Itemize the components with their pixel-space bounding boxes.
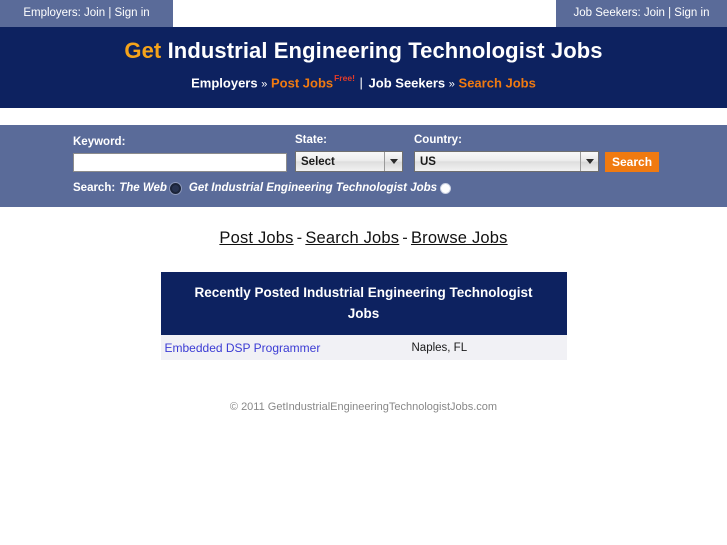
site-banner: Get Industrial Engineering Technologist …: [0, 27, 727, 108]
banner-subnav: Employers » Post JobsFree! | Job Seekers…: [0, 70, 727, 93]
quicknav-separator-2: -: [402, 229, 408, 247]
scope-option-site-label: Get Industrial Engineering Technologist …: [188, 182, 438, 194]
quicknav-separator-1: -: [296, 229, 303, 247]
chevron-right-icon: »: [261, 78, 268, 91]
job-location: Naples, FL: [411, 341, 468, 354]
job-seekers-account-block[interactable]: Job Seekers: Join | Sign in: [556, 0, 727, 27]
quick-nav: Post Jobs - Search Jobs - Browse Jobs: [0, 225, 727, 251]
top-bar: Employers: Join | Sign in Job Seekers: J…: [0, 0, 727, 27]
country-select-value: US: [420, 155, 436, 168]
banner-subnav-separator: |: [359, 75, 363, 91]
keyword-label: Keyword:: [73, 136, 126, 148]
job-seekers-account-label[interactable]: Job Seekers: Join | Sign in: [574, 7, 710, 19]
search-scope-label: Search:: [73, 182, 116, 194]
chevron-down-icon[interactable]: [384, 152, 402, 171]
country-field-group: Country: US: [414, 134, 599, 172]
banner-post-jobs-link[interactable]: Post Jobs: [271, 75, 333, 90]
state-select-value: Select: [301, 155, 335, 168]
state-label: State:: [295, 134, 327, 146]
quicknav-browse-jobs-link[interactable]: Browse Jobs: [411, 229, 508, 247]
chevron-right-icon-2: »: [448, 78, 455, 91]
search-bar: Keyword: State: Select Country: US Searc…: [0, 125, 727, 207]
state-field-group: State: Select: [295, 134, 403, 172]
page-title: Get Industrial Engineering Technologist …: [0, 36, 727, 66]
keyword-field-group: Keyword:: [73, 136, 287, 172]
scope-radio-site[interactable]: [440, 182, 452, 194]
recent-jobs-heading: Recently Posted Industrial Engineering T…: [160, 272, 567, 335]
quicknav-post-jobs-link[interactable]: Post Jobs: [219, 229, 293, 247]
quicknav-search-jobs-link[interactable]: Search Jobs: [305, 229, 399, 247]
recent-jobs-panel: Recently Posted Industrial Engineering T…: [160, 272, 567, 361]
table-row[interactable]: Embedded DSP Programmer Naples, FL: [160, 335, 567, 361]
recent-jobs-list: Embedded DSP Programmer Naples, FL: [160, 335, 567, 361]
employers-account-label[interactable]: Employers: Join | Sign in: [23, 7, 149, 19]
free-badge: Free!: [334, 73, 355, 83]
banner-spacer: [0, 108, 727, 125]
country-select[interactable]: US: [414, 151, 599, 172]
search-scope-row: Search: The Web Get Industrial Engineeri…: [73, 182, 727, 194]
search-fields-row: Keyword: State: Select Country: US Searc…: [73, 134, 727, 172]
search-input[interactable]: [73, 153, 287, 172]
job-title-link[interactable]: Embedded DSP Programmer: [163, 341, 412, 355]
chevron-down-icon-2[interactable]: [580, 152, 598, 171]
scope-option-web-label: The Web: [119, 182, 167, 194]
country-label: Country:: [414, 134, 462, 146]
footer-copyright: © 2011 GetIndustrialEngineeringTechnolog…: [229, 401, 498, 413]
page-title-rest: Industrial Engineering Technologist Jobs: [167, 38, 603, 63]
banner-employers-label: Employers: [191, 75, 258, 91]
scope-radio-web[interactable]: [169, 182, 181, 194]
banner-search-jobs-link[interactable]: Search Jobs: [459, 75, 536, 90]
state-select[interactable]: Select: [295, 151, 403, 172]
employers-account-block[interactable]: Employers: Join | Sign in: [0, 0, 173, 27]
banner-job-seekers-label: Job Seekers: [368, 75, 446, 91]
main-content: Post Jobs - Search Jobs - Browse Jobs Recent…: [0, 207, 727, 413]
page-title-accent: Get: [124, 38, 162, 63]
search-button[interactable]: Search: [605, 152, 660, 172]
